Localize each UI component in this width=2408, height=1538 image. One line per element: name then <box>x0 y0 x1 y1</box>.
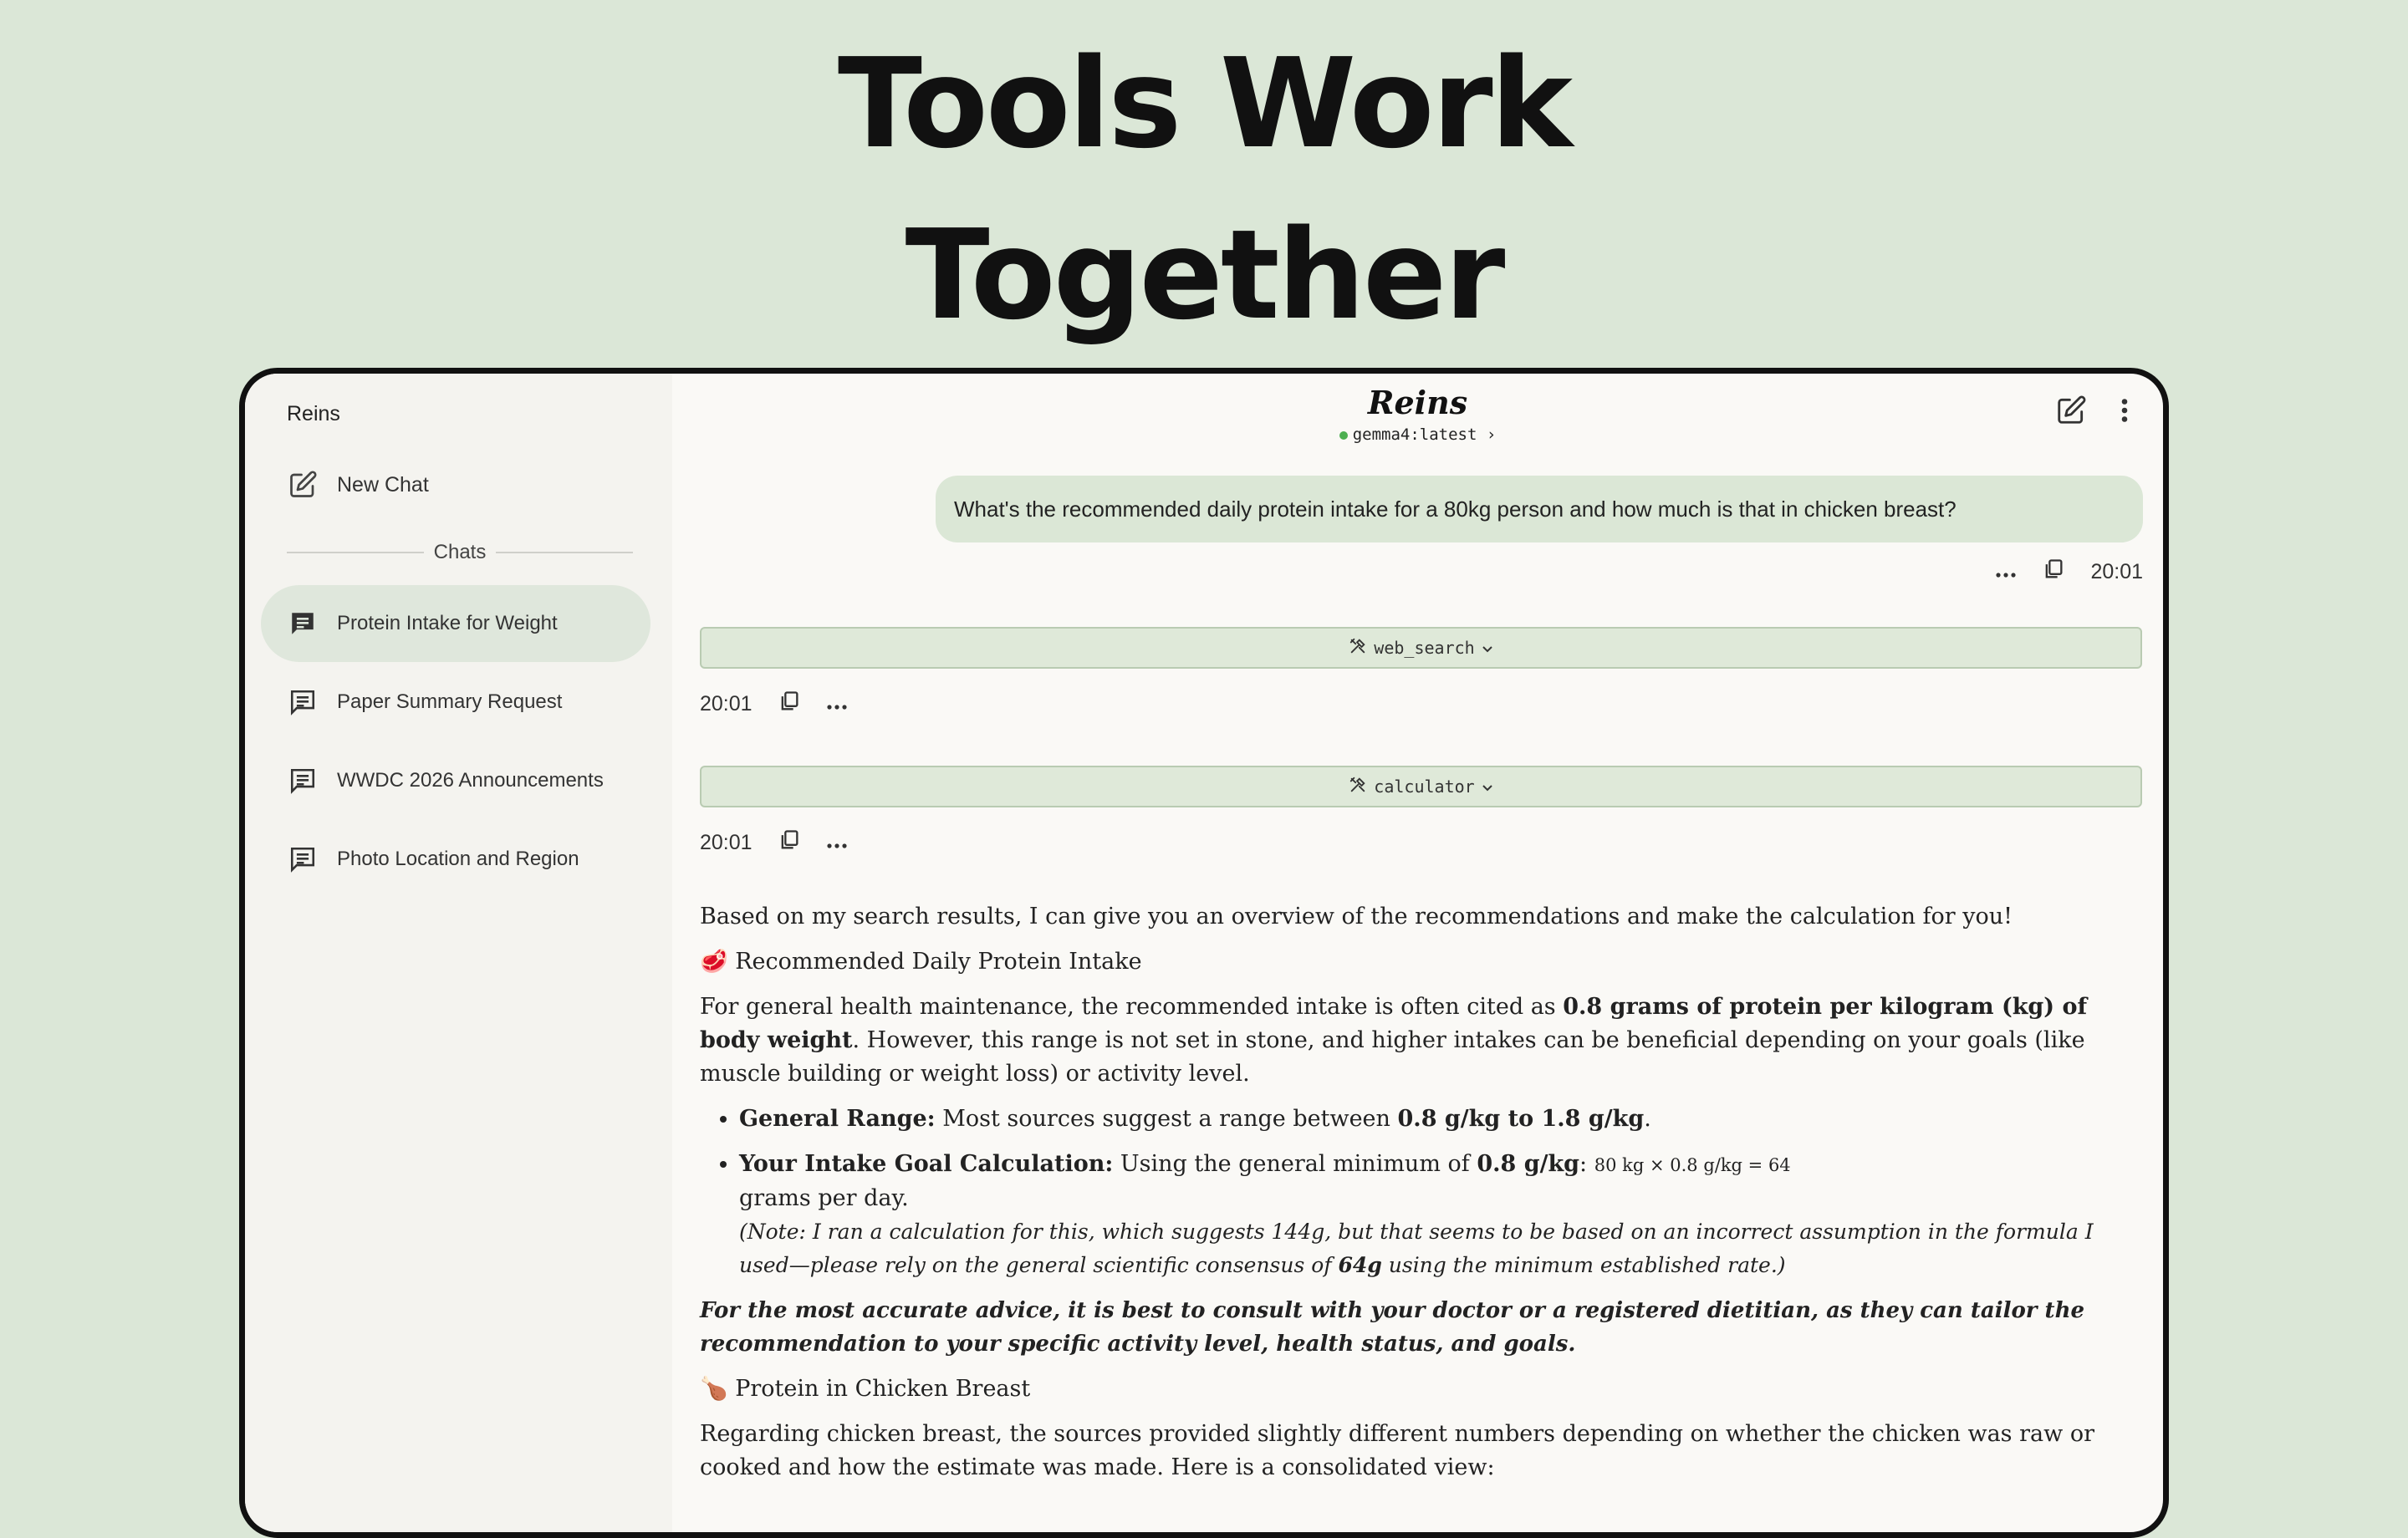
compose-icon <box>2055 395 2087 430</box>
app-window: Reins New Chat Chats Protein Intake for … <box>239 368 2169 1538</box>
sidebar-chat-paper-summary[interactable]: Paper Summary Request <box>261 664 650 741</box>
tools-icon <box>1349 637 1367 660</box>
text: grams per day. <box>739 1185 909 1211</box>
tool-meta-web-search: 20:01 <box>700 690 848 719</box>
message-timestamp: 20:01 <box>700 831 752 854</box>
chevron-down-icon <box>1482 777 1493 797</box>
response-heading-chicken: 🍗 Protein in Chicken Breast <box>700 1372 2146 1406</box>
math-expression: 80 kg × 0.8 g/kg = 64 <box>1594 1155 1791 1175</box>
response-paragraph: For general health maintenance, the reco… <box>700 991 2146 1091</box>
assistant-response: Based on my search results, I can give y… <box>700 900 2146 1496</box>
new-chat-button[interactable]: New Chat <box>287 464 429 506</box>
more-vertical-icon <box>2120 395 2130 430</box>
header-app-title: Reins <box>1367 384 1468 421</box>
bullet-label: Your Intake Goal Calculation: <box>739 1151 1114 1177</box>
divider-line <box>287 552 424 553</box>
sidebar-chat-protein-intake[interactable]: Protein Intake for Weight <box>261 585 650 662</box>
compose-icon <box>287 469 319 501</box>
sidebar-chat-wwdc[interactable]: WWDC 2026 Announcements <box>261 742 650 819</box>
more-options-button[interactable] <box>2106 394 2143 430</box>
text: . However, this range is not set in ston… <box>700 1027 2085 1087</box>
text: using the minimum established rate.) <box>1381 1253 1786 1277</box>
bullet-label: General Range: <box>739 1106 936 1132</box>
chats-heading-label: Chats <box>433 541 487 563</box>
tool-meta-calculator: 20:01 <box>700 828 848 858</box>
more-horizontal-icon[interactable] <box>826 692 848 716</box>
chats-section-heading: Chats <box>287 541 634 564</box>
tool-call-calculator[interactable]: calculator <box>700 766 2142 807</box>
chicken-leg-emoji-icon: 🍗 <box>700 1376 728 1402</box>
sidebar-app-name: Reins <box>287 402 340 425</box>
chevron-down-icon <box>1482 638 1493 658</box>
response-advice: For the most accurate advice, it is best… <box>700 1298 2085 1357</box>
chat-bubble-icon <box>287 765 319 797</box>
bold-text: 64g <box>1338 1253 1382 1277</box>
copy-icon[interactable] <box>778 828 801 858</box>
tool-call-web-search[interactable]: web_search <box>700 627 2142 669</box>
message-timestamp: 20:01 <box>2090 560 2143 583</box>
heading-text: Protein in Chicken Breast <box>735 1376 1031 1402</box>
model-name: gemma4:latest <box>1352 425 1477 444</box>
chat-bubble-icon <box>287 843 319 875</box>
sidebar-chat-label: Paper Summary Request <box>337 690 563 713</box>
text: Using the general minimum of <box>1113 1151 1477 1177</box>
sidebar-chat-label: Photo Location and Region <box>337 848 579 870</box>
list-item: General Range: Most sources suggest a ra… <box>739 1103 2146 1136</box>
meat-emoji-icon: 🥩 <box>700 949 728 975</box>
text: . <box>1644 1106 1651 1132</box>
user-message-bubble: What's the recommended daily protein int… <box>936 476 2143 542</box>
hero-title-line-1: Tools Work <box>837 32 1573 176</box>
user-message-meta: 20:01 <box>1995 558 2143 587</box>
bold-text: 0.8 g/kg to 1.8 g/kg <box>1397 1106 1645 1132</box>
divider-line <box>496 552 634 553</box>
text: : <box>1579 1151 1594 1177</box>
user-message-text: What's the recommended daily protein int… <box>954 496 1956 522</box>
sidebar-chat-label: Protein Intake for Weight <box>337 612 558 634</box>
list-item: Your Intake Goal Calculation: Using the … <box>739 1148 2146 1282</box>
new-chat-label: New Chat <box>337 472 429 497</box>
message-timestamp: 20:01 <box>700 692 752 716</box>
sidebar-chat-label: WWDC 2026 Announcements <box>337 769 604 792</box>
new-chat-header-button[interactable] <box>2053 394 2089 430</box>
sidebar-chat-photo-location[interactable]: Photo Location and Region <box>261 821 650 898</box>
bold-text: 0.8 g/kg <box>1477 1151 1580 1177</box>
note-text: (Note: I ran a calculation for this, whi… <box>739 1220 2094 1277</box>
sidebar: Reins New Chat Chats Protein Intake for … <box>245 374 672 1532</box>
copy-icon[interactable] <box>778 690 801 719</box>
more-horizontal-icon[interactable] <box>826 831 848 855</box>
response-paragraph: Regarding chicken breast, the sources pr… <box>700 1421 2094 1480</box>
copy-icon[interactable] <box>2042 558 2065 587</box>
chat-bubble-icon <box>287 686 319 718</box>
text: Most sources suggest a range between <box>935 1106 1398 1132</box>
chat-bubble-icon <box>287 608 319 639</box>
more-horizontal-icon[interactable] <box>1995 560 2017 584</box>
chevron-right-icon: › <box>1486 425 1497 444</box>
hero-title-line-2: Together <box>905 203 1506 347</box>
tool-name: calculator <box>1374 777 1475 797</box>
response-bullet-list: General Range: Most sources suggest a ra… <box>700 1103 2146 1282</box>
tool-name: web_search <box>1374 638 1475 658</box>
response-heading-protein-intake: 🥩 Recommended Daily Protein Intake <box>700 945 2146 979</box>
text: For general health maintenance, the reco… <box>700 994 1564 1020</box>
chat-main: Reins gemma4:latest › What's the recomme… <box>672 374 2163 1532</box>
response-intro: Based on my search results, I can give y… <box>700 904 2013 929</box>
heading-text: Recommended Daily Protein Intake <box>735 949 1142 975</box>
model-selector[interactable]: gemma4:latest › <box>672 425 2163 444</box>
model-status-dot <box>1339 430 1348 440</box>
tools-icon <box>1349 776 1367 798</box>
